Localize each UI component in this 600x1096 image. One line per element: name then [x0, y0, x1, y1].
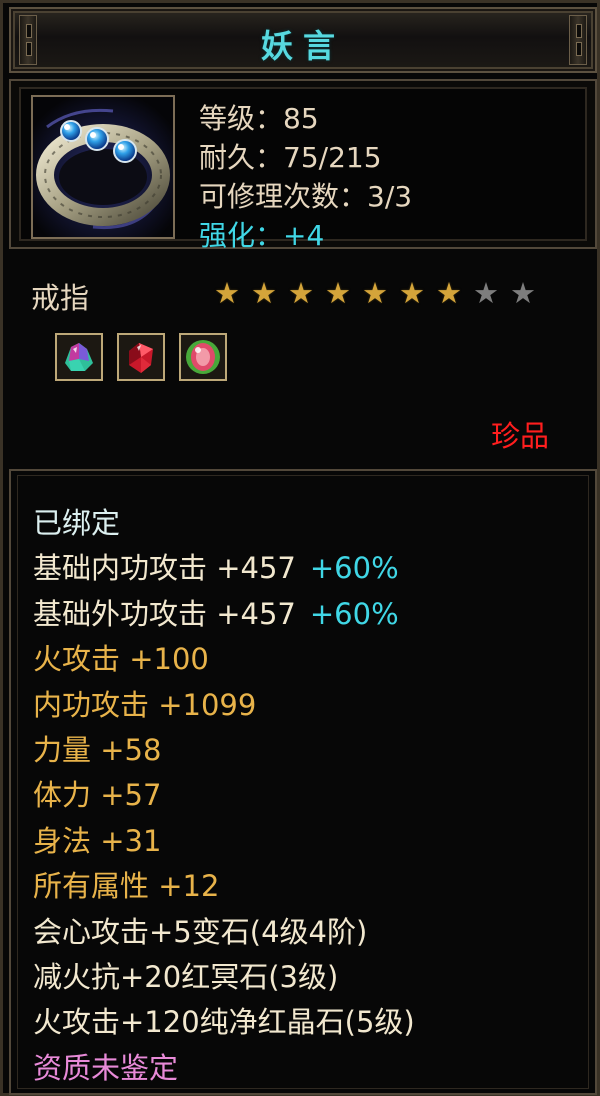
gem-sockets — [55, 333, 227, 381]
star-rating: ★ ★ ★ ★ ★ ★ ★ ★ ★ — [211, 277, 539, 309]
star-filled-icon: ★ — [325, 276, 351, 310]
attr-base-inner-attack-label: 基础内功攻击 +457 — [33, 551, 296, 586]
ring-image — [33, 97, 173, 237]
socket-gem-1: 会心攻击+5变石(4级4阶) — [33, 914, 368, 949]
red-crystal-icon — [117, 333, 165, 381]
enhance-stat: 强化：+4 — [199, 219, 325, 252]
attr-inner-attack: 内功攻击 +1099 — [33, 687, 257, 722]
star-filled-icon: ★ — [288, 276, 314, 310]
star-filled-icon: ★ — [436, 276, 462, 310]
attr-base-outer-attack-pct: +60% — [309, 596, 399, 631]
star-filled-icon: ★ — [251, 276, 277, 310]
aptitude-status: 资质未鉴定 — [33, 1050, 179, 1085]
item-name: 妖言 — [260, 27, 345, 65]
socket-gem-2: 减火抗+20红冥石(3级) — [33, 960, 339, 995]
durability-stat: 耐久：75/215 — [199, 141, 382, 174]
item-info-panel: 等级：85 耐久：75/215 可修理次数：3/3 强化：+4 — [9, 79, 597, 252]
item-type: 戒指 — [31, 281, 90, 315]
attr-agility: 身法 +31 — [33, 823, 162, 858]
attr-base-outer-attack: 基础外功攻击 +457 +60% — [33, 592, 415, 637]
item-info-inner: 等级：85 耐久：75/215 可修理次数：3/3 强化：+4 — [19, 87, 587, 252]
item-stats: 等级：85 耐久：75/215 可修理次数：3/3 强化：+4 — [199, 99, 412, 255]
level-stat: 等级：85 — [199, 102, 319, 135]
rainbow-crystal-icon — [55, 333, 103, 381]
attr-base-inner-attack: 基础内功攻击 +457 +60% — [33, 546, 415, 591]
star-filled-icon: ★ — [399, 276, 425, 310]
attr-strength: 力量 +58 — [33, 733, 162, 768]
star-filled-icon: ★ — [214, 276, 240, 310]
attr-base-inner-attack-pct: +60% — [309, 551, 399, 586]
star-empty-icon: ★ — [473, 276, 499, 310]
socket-gem-3: 火攻击+120纯净红晶石(5级) — [33, 1005, 415, 1040]
star-filled-icon: ★ — [362, 276, 388, 310]
item-tooltip: 妖言 等级：85 耐久：75/215 可修理次数：3/3 强化：+4 戒指 ★ … — [0, 0, 600, 1096]
title-bar: 妖言 — [9, 7, 597, 73]
attr-all-attributes: 所有属性 +12 — [33, 869, 220, 904]
attribute-list: 已绑定 基础内功攻击 +457 +60% 基础外功攻击 +457 +60% 火攻击 … — [33, 501, 415, 1091]
attr-stamina: 体力 +57 — [33, 778, 162, 813]
quality-badge: 珍品 — [490, 419, 549, 453]
attribute-panel: 已绑定 基础内功攻击 +457 +60% 基础外功攻击 +457 +60% 火攻击 … — [9, 469, 597, 1095]
attr-base-outer-attack-label: 基础外功攻击 +457 — [33, 596, 296, 631]
attr-fire-attack: 火攻击 +100 — [33, 642, 209, 677]
star-empty-icon: ★ — [510, 276, 536, 310]
green-red-orb-icon — [179, 333, 227, 381]
repair-count-stat: 可修理次数：3/3 — [199, 180, 413, 213]
ring-icon — [31, 95, 175, 239]
bound-status: 已绑定 — [33, 506, 121, 540]
